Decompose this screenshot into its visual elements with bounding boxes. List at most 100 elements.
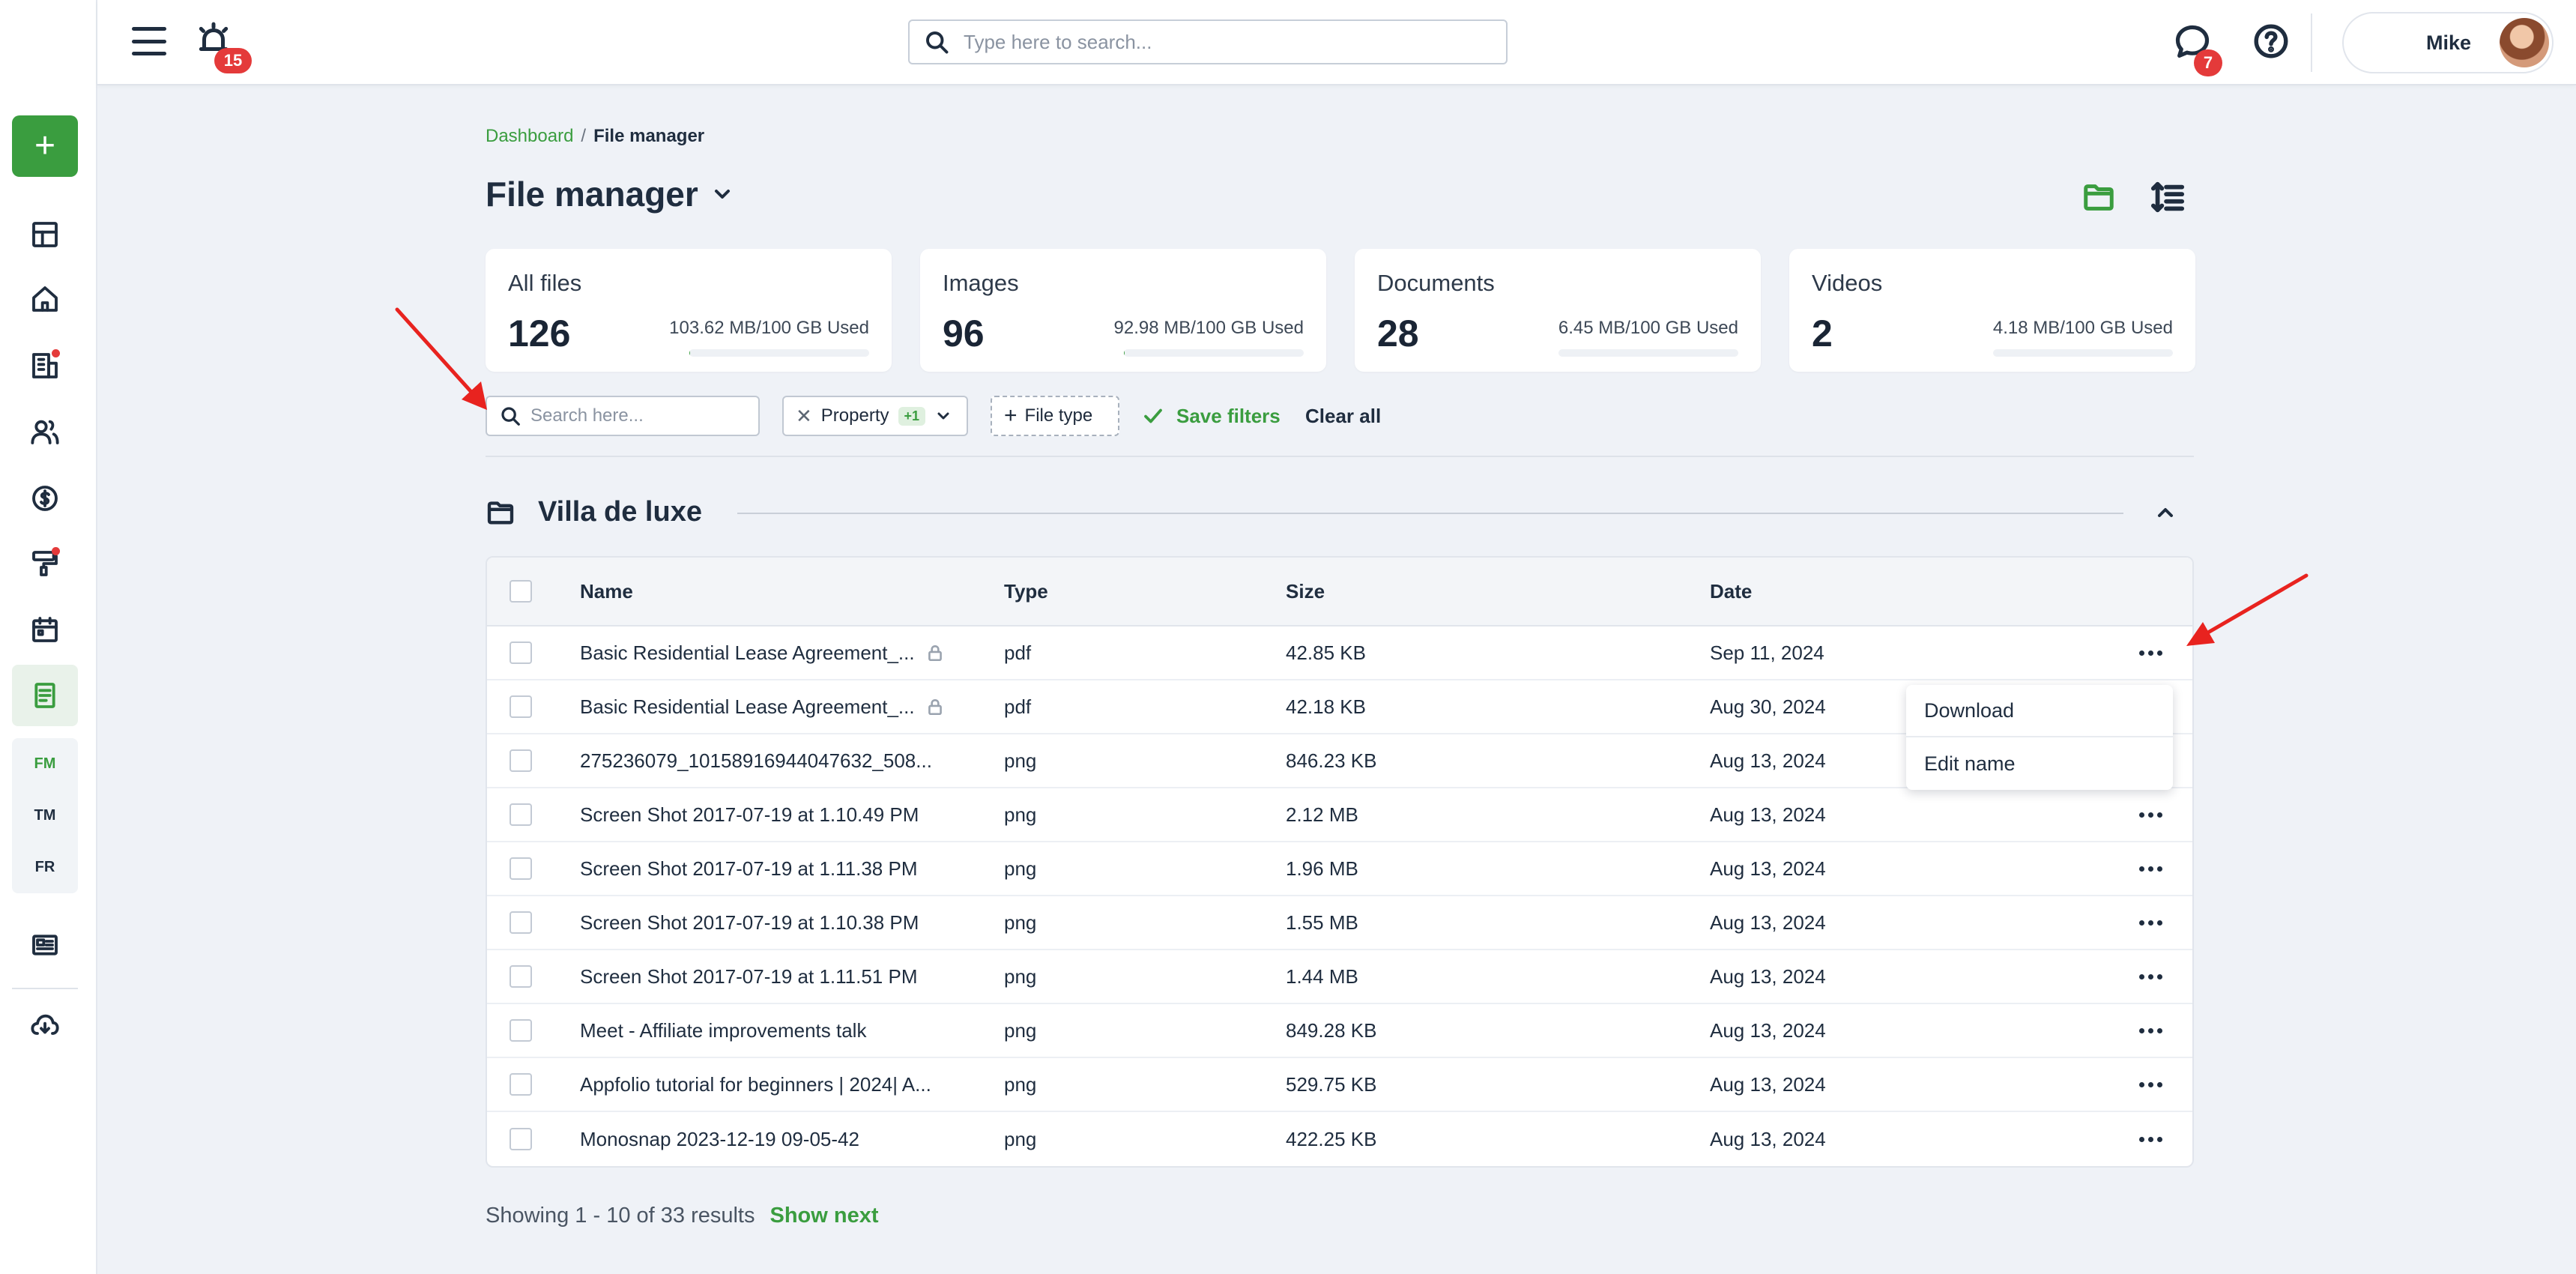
table-row[interactable]: Screen Shot 2017-07-19 at 1.11.51 PM png… (487, 950, 2192, 1004)
sidebar-sub-fr[interactable]: FR (12, 842, 78, 893)
document-icon (34, 683, 55, 708)
table-row[interactable]: Screen Shot 2017-07-19 at 1.10.49 PM png… (487, 788, 2192, 842)
more-options-icon[interactable] (2135, 638, 2165, 668)
column-header-type[interactable]: Type (1004, 580, 1048, 603)
row-checkbox[interactable] (510, 749, 532, 772)
file-name-cell[interactable]: Monosnap 2023-12-19 09-05-42 (580, 1128, 859, 1151)
add-button[interactable]: + (12, 115, 78, 177)
select-all-checkbox[interactable] (510, 580, 532, 603)
stat-card-images[interactable]: Images 96 92.98 MB/100 GB Used (920, 249, 1326, 372)
notification-dot (52, 349, 60, 357)
sidebar-item-finance[interactable] (22, 476, 67, 521)
row-checkbox[interactable] (510, 857, 532, 880)
sidebar-sub-fm[interactable]: FM (12, 738, 78, 790)
global-search[interactable] (908, 19, 1508, 64)
file-date-cell: Aug 13, 2024 (1710, 749, 1826, 772)
stat-card-videos[interactable]: Videos 2 4.18 MB/100 GB Used (1789, 249, 2195, 372)
hamburger-icon[interactable] (132, 24, 166, 58)
file-size-cell: 1.55 MB (1286, 911, 1358, 934)
list-view-button[interactable] (2150, 180, 2186, 216)
file-name-cell[interactable]: Appfolio tutorial for beginners | 2024| … (580, 1073, 931, 1096)
table-row[interactable]: Screen Shot 2017-07-19 at 1.10.38 PM png… (487, 896, 2192, 950)
stat-count: 126 (508, 313, 571, 354)
more-options-icon[interactable] (2135, 854, 2165, 884)
file-type-filter[interactable]: + File type (991, 396, 1119, 436)
file-search[interactable] (486, 396, 760, 436)
sidebar-item-maintenance[interactable] (22, 541, 67, 586)
row-checkbox[interactable] (510, 965, 532, 988)
help-icon (2254, 24, 2288, 58)
notifications-button[interactable]: 15 (195, 21, 252, 73)
more-options-icon[interactable] (2135, 1015, 2165, 1045)
column-header-date[interactable]: Date (1710, 580, 1752, 603)
row-checkbox[interactable] (510, 1128, 532, 1150)
sidebar-item-people[interactable] (22, 409, 67, 454)
sidebar-item-calendar[interactable] (22, 607, 67, 652)
sidebar-item-dashboard[interactable] (22, 212, 67, 257)
more-options-icon[interactable] (2135, 1124, 2165, 1154)
show-next-link[interactable]: Show next (770, 1204, 878, 1228)
stat-card-all-files[interactable]: All files 126 103.62 MB/100 GB Used (486, 249, 892, 372)
stat-card-documents[interactable]: Documents 28 6.45 MB/100 GB Used (1355, 249, 1761, 372)
dashboard-icon (32, 222, 58, 247)
file-date-cell: Sep 11, 2024 (1710, 641, 1824, 664)
sort-list-icon (2150, 181, 2185, 213)
sidebar-item-downloads[interactable] (22, 1003, 67, 1048)
sidebar-item-buildings[interactable] (22, 343, 67, 388)
close-icon[interactable]: ✕ (796, 405, 812, 428)
row-checkbox[interactable] (510, 1019, 532, 1042)
lock-icon (925, 697, 945, 716)
breadcrumb-dashboard-link[interactable]: Dashboard (486, 126, 573, 146)
download-menu-item[interactable]: Download (1906, 685, 2173, 737)
row-checkbox[interactable] (510, 911, 532, 934)
global-search-input[interactable] (964, 30, 1413, 54)
more-options-icon[interactable] (2135, 1069, 2165, 1099)
row-checkbox[interactable] (510, 641, 532, 664)
file-name-cell[interactable]: Screen Shot 2017-07-19 at 1.10.38 PM (580, 911, 919, 935)
table-row[interactable]: Monosnap 2023-12-19 09-05-42 png 422.25 … (487, 1112, 2192, 1166)
file-name-cell[interactable]: Meet - Affiliate improvements talk (580, 1019, 866, 1042)
chevron-down-icon (934, 407, 952, 425)
row-context-menu: Download Edit name (1906, 685, 2173, 790)
file-name-cell[interactable]: 275236079_10158916944047632_508... (580, 749, 932, 773)
file-name: Basic Residential Lease Agreement_... (580, 695, 915, 718)
file-name-cell[interactable]: Screen Shot 2017-07-19 at 1.11.38 PM (580, 857, 917, 881)
messages-button[interactable]: 7 (2173, 22, 2222, 76)
table-row[interactable]: Meet - Affiliate improvements talk png 8… (487, 1004, 2192, 1058)
file-name: Basic Residential Lease Agreement_... (580, 641, 915, 664)
file-name-cell[interactable]: Screen Shot 2017-07-19 at 1.11.51 PM (580, 965, 917, 988)
add-icon: + (34, 126, 56, 166)
column-header-size[interactable]: Size (1286, 580, 1325, 603)
sidebar-sub-tm[interactable]: TM (12, 790, 78, 842)
page-title-dropdown[interactable]: File manager (486, 174, 734, 214)
sidebar-item-listings[interactable] (22, 923, 67, 967)
folder-icon (2084, 184, 2114, 211)
chevron-up-icon[interactable] (2153, 501, 2177, 525)
help-button[interactable] (2252, 22, 2291, 61)
more-options-icon[interactable] (2135, 908, 2165, 938)
table-row[interactable]: Basic Residential Lease Agreement_... pd… (487, 627, 2192, 680)
clear-all-button[interactable]: Clear all (1305, 396, 1381, 436)
row-checkbox[interactable] (510, 695, 532, 718)
file-date-cell: Aug 13, 2024 (1710, 911, 1826, 934)
save-filters-button[interactable]: Save filters (1142, 396, 1281, 436)
sidebar-divider (12, 988, 78, 989)
user-menu[interactable]: Mike (2342, 12, 2554, 73)
file-name-cell[interactable]: Basic Residential Lease Agreement_... (580, 695, 945, 719)
more-options-icon[interactable] (2135, 800, 2165, 830)
property-filter[interactable]: ✕ Property +1 (782, 396, 968, 436)
table-row[interactable]: Appfolio tutorial for beginners | 2024| … (487, 1058, 2192, 1112)
row-checkbox[interactable] (510, 803, 532, 826)
file-name-cell[interactable]: Basic Residential Lease Agreement_... (580, 641, 945, 665)
row-checkbox[interactable] (510, 1073, 532, 1096)
file-name-cell[interactable]: Screen Shot 2017-07-19 at 1.10.49 PM (580, 803, 919, 827)
folder-view-button[interactable] (2081, 180, 2117, 216)
edit-name-menu-item[interactable]: Edit name (1906, 737, 2173, 790)
sidebar-item-home[interactable] (22, 277, 67, 321)
stat-label: All files (508, 270, 582, 296)
file-size-cell: 529.75 KB (1286, 1072, 1377, 1096)
table-row[interactable]: Screen Shot 2017-07-19 at 1.11.38 PM png… (487, 842, 2192, 896)
more-options-icon[interactable] (2135, 961, 2165, 991)
column-header-name[interactable]: Name (580, 580, 633, 603)
file-search-input[interactable] (530, 405, 755, 426)
